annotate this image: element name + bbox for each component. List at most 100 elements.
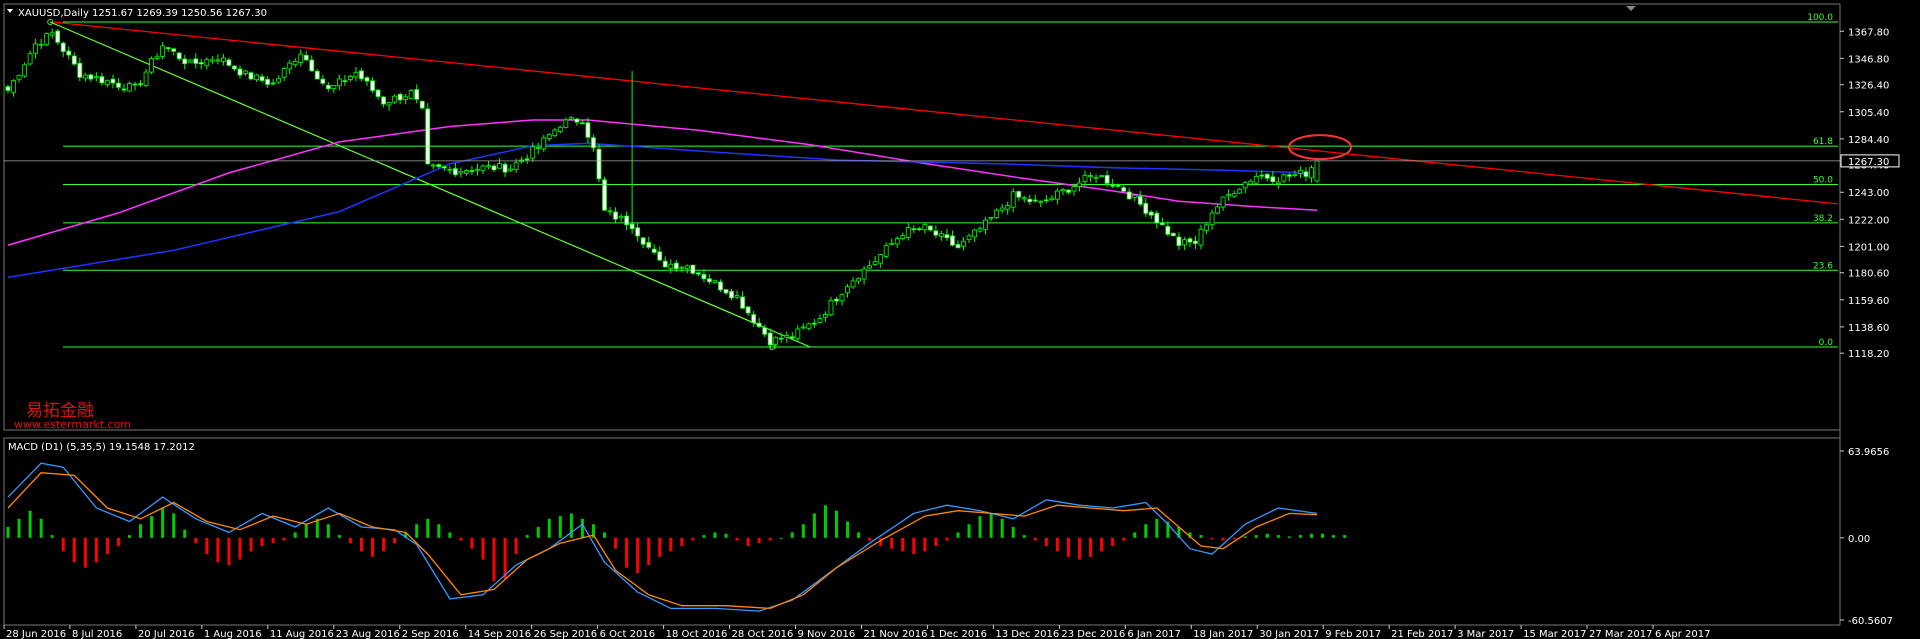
candle-body [811,322,817,325]
macd-hist-bar [1000,518,1004,538]
price-tick-label: 1138.60 [1848,323,1889,334]
macd-hist-bar [1044,537,1048,546]
candle-body [767,332,773,346]
candle-body [817,318,823,323]
macd-hist-bar [580,518,584,538]
time-tick-label: 18 Jan 2017 [1193,629,1253,639]
macd-hist-bar [448,532,452,538]
macd-axis: 63.9656 0.00 -60.5607 [1840,447,1893,627]
macd-hist-bar [713,532,717,538]
macd-hist-bar [1332,535,1336,538]
macd-hist-bar [834,510,838,538]
candle-body [684,265,690,269]
candle-body [309,59,315,72]
candle-body [1209,212,1215,226]
candle-body [1182,239,1187,246]
triangle-down-icon[interactable] [7,9,13,13]
candle-body [1226,194,1232,197]
candle-body [154,56,160,59]
macd-hist-bar [790,532,794,538]
candle-body [867,265,873,269]
candle-body [27,53,33,65]
candle-body [441,166,447,169]
candle-body [701,274,707,280]
candle-body [502,163,508,173]
scroll-marker-icon[interactable] [1626,6,1636,11]
time-tick-label: 13 Dec 2016 [995,629,1059,639]
macd-hist-bar [779,537,783,539]
candle-body [160,45,166,57]
macd-hist-bar [227,537,231,565]
candle-body [254,74,259,81]
candle-body [585,122,591,138]
macd-hist-bar [194,537,198,544]
candle-body [1126,191,1132,200]
candle-body [939,233,944,237]
candle-body [469,170,475,172]
price-tick-label: 1326.40 [1848,81,1889,92]
macd-hist-bar [1254,535,1258,538]
candle-body [508,168,514,171]
candle-body [33,43,39,54]
time-tick-label: 11 Aug 2016 [270,629,334,639]
candle-body [1043,199,1049,202]
time-tick-label: 15 Mar 2017 [1523,629,1586,639]
candle-body [707,278,712,283]
macd-hist-bar [669,537,673,552]
macd-hist-bar [238,537,242,560]
candle-body [773,336,779,345]
macd-title: MACD (D1) (5,35,5) 19.1548 17.2012 [8,442,195,453]
macd-tick-label: -60.5607 [1848,616,1893,627]
macd-hist-bar [172,513,176,538]
candle-body [452,168,458,176]
candle-body [486,165,491,168]
candle-body [635,227,641,237]
macd-hist-bar [1055,537,1059,552]
macd-hist-bar [934,537,938,546]
symbol-title: XAUUSD,Daily [18,8,89,19]
candle-body [447,168,453,171]
price-tick-label: 1305.40 [1848,108,1889,119]
main-pane-frame [3,3,1841,431]
macd-hist-bar [359,537,363,552]
macd-hist-bar [1221,537,1225,541]
price-tick-label: 1180.60 [1848,269,1889,280]
candle-body [1170,232,1176,237]
candle-body [1281,174,1287,182]
macd-hist-bar [603,532,607,538]
price-tick-label: 1243.00 [1848,188,1889,199]
macd-hist-bar [1243,536,1247,538]
macd-hist-bar [116,537,120,546]
candle-body [491,165,497,171]
candle-body [1286,174,1292,177]
candle-body [353,71,359,78]
candle-body [480,165,486,171]
candle-body [1187,238,1193,243]
candle-body [331,85,337,89]
candle-body [718,281,723,291]
time-tick-label: 2 Sep 2016 [402,629,459,639]
watermark-url: www.estermarkt.com [14,418,131,431]
candle-body [723,289,729,294]
macd-hist-bar [1144,524,1148,538]
time-tick-label: 18 Oct 2016 [666,629,728,639]
candle-body [1021,197,1027,200]
candle-body [1110,184,1116,187]
candle-body [77,62,83,78]
candle-body [5,86,11,91]
candle-body [436,164,442,167]
chart-canvas[interactable]: XAUUSD,Daily 1251.67 1269.39 1250.56 126… [0,0,1920,639]
candle-body [530,146,536,159]
macd-hist-bar [304,524,308,538]
macd-hist-bar [569,513,573,538]
candle-body [1198,228,1204,246]
candle-body [1055,190,1060,200]
candle-body [325,84,331,90]
candle-body [425,108,431,165]
macd-hist-bar [801,524,805,538]
candle-body [430,164,436,167]
candle-body [88,74,94,80]
candle-body [861,268,867,280]
fibonacci-levels: 100.0 61.8 50.0 38.2 23.6 0.0 [63,13,1838,348]
macd-hist-bar [536,526,540,538]
